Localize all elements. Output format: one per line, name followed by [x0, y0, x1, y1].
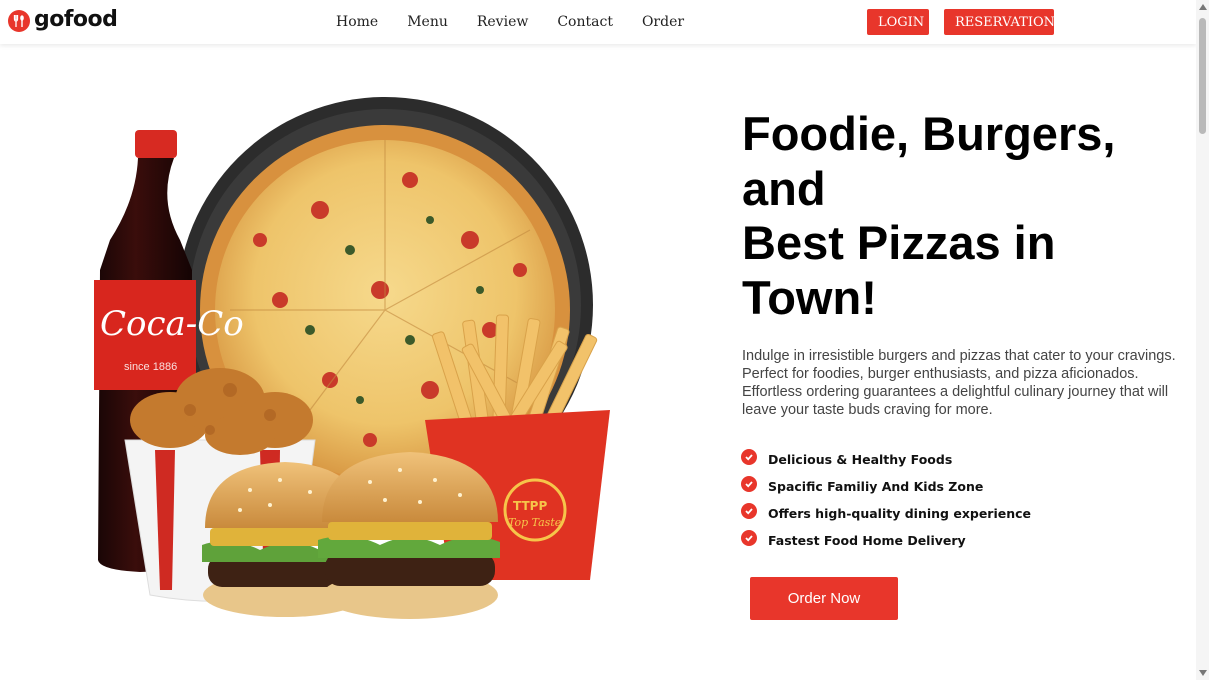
list-item: Delicious & Healthy Foods	[741, 446, 1031, 473]
fork-spoon-icon	[8, 10, 30, 32]
feature-list: Delicious & Healthy Foods Spacific Famil…	[741, 446, 1031, 554]
burger-image-right	[318, 452, 500, 619]
feature-text: Delicious & Healthy Foods	[768, 452, 953, 467]
svg-text:TTPP: TTPP	[513, 499, 547, 513]
nav-link-menu[interactable]: Menu	[407, 14, 448, 30]
page-scrollbar[interactable]	[1196, 0, 1209, 680]
svg-text:since 1886: since 1886	[124, 361, 177, 373]
check-circle-icon	[741, 475, 757, 492]
brand-logo[interactable]: gofood	[8, 7, 118, 32]
scroll-down-arrow-icon[interactable]	[1199, 670, 1207, 676]
check-circle-icon	[741, 529, 757, 546]
hero-title-line: and	[742, 161, 826, 215]
feature-text: Spacific Familiy And Kids Zone	[768, 479, 984, 494]
reservation-button[interactable]: RESERVATION	[944, 9, 1055, 35]
check-circle-icon	[741, 448, 757, 465]
list-item: Fastest Food Home Delivery	[741, 527, 1031, 554]
nav-link-home[interactable]: Home	[336, 14, 378, 30]
hero-description: Indulge in irresistible burgers and pizz…	[742, 348, 1176, 418]
nav-link-review[interactable]: Review	[477, 14, 528, 30]
main-nav: Home Menu Review Contact Order	[326, 0, 703, 44]
order-now-button[interactable]: Order Now	[750, 577, 898, 620]
feature-text: Offers high-quality dining experience	[768, 506, 1032, 521]
hero-title-line: Best Pizzas in	[742, 216, 1056, 269]
check-circle-icon	[741, 502, 757, 519]
nav-link-contact[interactable]: Contact	[557, 14, 613, 30]
brand-name: gofood	[34, 7, 118, 32]
hero-title-line: Foodie, Burgers,	[742, 107, 1116, 160]
bottle-label: Coca-Co	[100, 304, 244, 344]
list-item: Offers high-quality dining experience	[741, 500, 1031, 527]
feature-text: Fastest Food Home Delivery	[768, 533, 966, 548]
nav-link-order[interactable]: Order	[642, 14, 684, 30]
scroll-up-arrow-icon[interactable]	[1199, 4, 1207, 10]
hero-food-image: Coca-Co since 1886 TTPP Top Taste	[80, 90, 640, 630]
hero-title: Foodie, Burgers, and Best Pizzas in Town…	[742, 107, 1162, 325]
navbar: gofood Home Menu Review Contact Order LO…	[0, 0, 1196, 44]
login-button[interactable]: LOGIN	[867, 9, 929, 35]
scrollbar-thumb[interactable]	[1199, 18, 1206, 134]
svg-text:Top Taste: Top Taste	[508, 516, 562, 529]
hero-title-line: Town!	[742, 270, 877, 324]
list-item: Spacific Familiy And Kids Zone	[741, 473, 1031, 500]
